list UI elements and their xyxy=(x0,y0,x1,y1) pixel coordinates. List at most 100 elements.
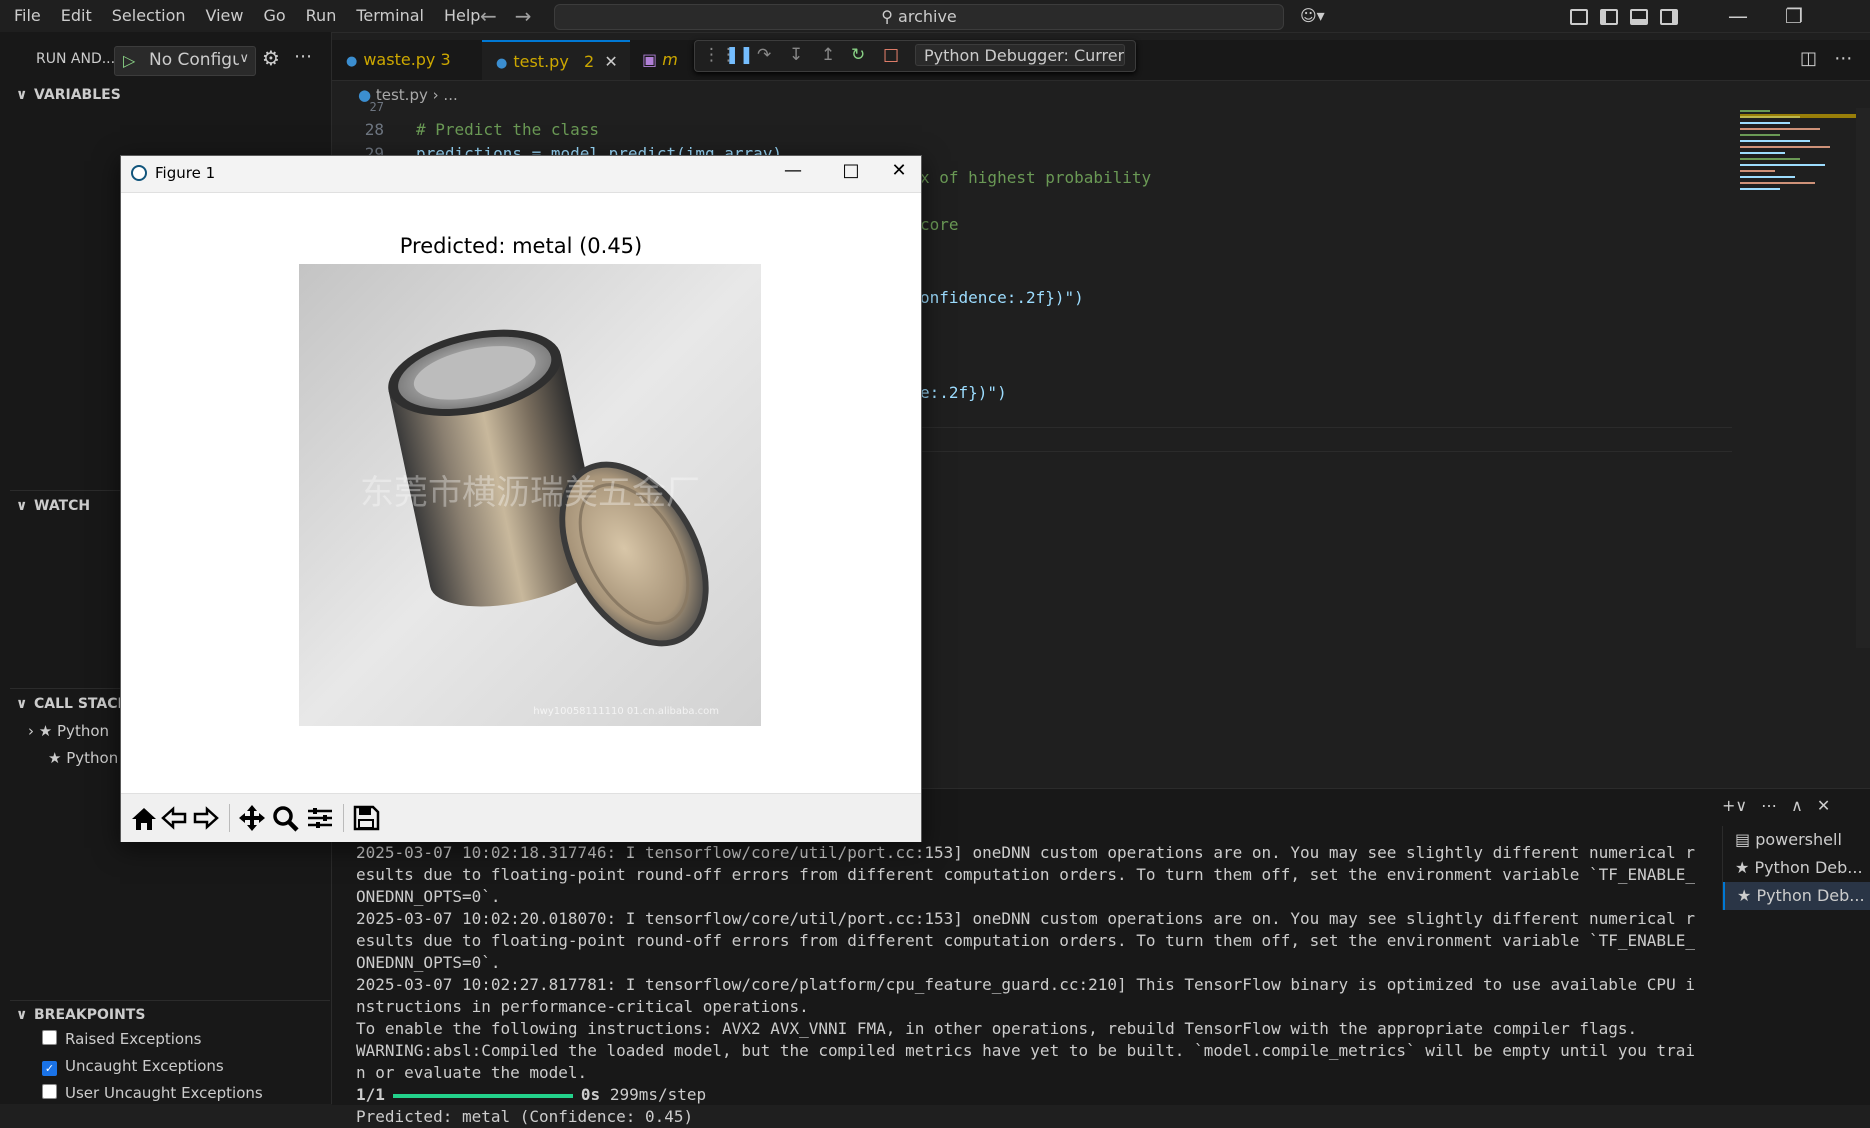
step-out-icon[interactable]: ↥ xyxy=(821,45,835,65)
gear-icon[interactable]: ⚙ xyxy=(262,46,280,70)
code-comment: x of highest probability xyxy=(920,168,1152,187)
forward-arrow-icon[interactable]: → xyxy=(515,4,532,28)
terminal-output[interactable]: 2025-03-07 10:02:18.317746: I tensorflow… xyxy=(356,842,1696,1128)
toggle-panel-icon[interactable] xyxy=(1630,8,1648,25)
terminal-session[interactable]: ★ Python Deb... xyxy=(1723,854,1870,882)
call-stack-label: CALL STACK xyxy=(34,696,129,712)
pause-icon[interactable]: ❚❚ xyxy=(725,45,754,65)
call-stack-item[interactable]: ★ Python xyxy=(48,745,118,771)
terminal-icon: ▤ xyxy=(1735,830,1751,849)
chevron-down-icon: ∨ xyxy=(16,696,28,712)
menu-file[interactable]: File xyxy=(4,0,51,32)
more-actions-icon[interactable]: ⋯ xyxy=(294,46,312,67)
minimize-icon[interactable]: — xyxy=(773,160,813,181)
progress-count: 1/1 xyxy=(356,1085,385,1104)
breadcrumb-symbol[interactable]: ... xyxy=(443,86,457,104)
paint-can-image: 东莞市横沥瑞美五金厂 hwy10058111110 01.cn.alibaba.… xyxy=(299,264,761,726)
close-icon[interactable]: ✕ xyxy=(879,160,919,181)
more-actions-icon[interactable]: ⋯ xyxy=(1761,796,1777,815)
tab-waste-py[interactable]: ● waste.py 3 xyxy=(332,40,486,80)
toggle-secondary-sidebar-icon[interactable] xyxy=(1660,8,1678,25)
terminal-session[interactable]: ★ Python Deb... xyxy=(1723,882,1870,910)
terminal-line: Predicted: metal (Confidence: 0.45) xyxy=(356,1107,694,1126)
breakpoint-uncaught-exceptions[interactable]: ✓ Uncaught Exceptions xyxy=(42,1053,224,1079)
step-over-icon[interactable]: ↷ xyxy=(757,45,771,65)
chevron-down-icon: ∨ xyxy=(16,498,28,514)
maximize-icon[interactable]: □ xyxy=(831,160,871,181)
window-controls: —❐✕ xyxy=(1710,0,1870,60)
checkbox-checked[interactable]: ✓ xyxy=(42,1061,57,1076)
figure-title-bar[interactable]: Figure 1 — □ ✕ xyxy=(121,156,921,193)
terminal-session-label: powershell xyxy=(1755,830,1842,849)
restart-icon[interactable]: ↻ xyxy=(851,45,865,65)
close-panel-icon[interactable]: ✕ xyxy=(1817,796,1830,815)
back-arrow-icon[interactable] xyxy=(159,804,189,832)
tab-test-py[interactable]: ● test.py 2 ✕ xyxy=(482,40,630,80)
code-comment: core xyxy=(920,215,959,234)
breakpoints-section-header[interactable]: ∨ BREAKPOINTS xyxy=(16,1004,145,1026)
start-debugging-icon[interactable]: ▷ xyxy=(123,51,135,70)
variables-section-header[interactable]: ∨ VARIABLES xyxy=(16,84,121,106)
checkbox[interactable] xyxy=(42,1030,57,1045)
debug-config-dropdown[interactable]: ▷ No Configurations ∨ xyxy=(114,46,256,76)
save-icon[interactable] xyxy=(351,804,381,832)
line-number: 28 xyxy=(364,120,384,139)
copilot-icon[interactable]: ☺▾ xyxy=(1300,4,1325,28)
step-into-icon[interactable]: ↧ xyxy=(789,45,803,65)
chevron-down-icon: ∨ xyxy=(16,87,28,103)
chevron-right-icon: › xyxy=(432,86,439,104)
current-line-border xyxy=(920,427,1732,428)
nav-arrows: ← → xyxy=(480,0,550,32)
menu-view[interactable]: View xyxy=(196,0,254,32)
split-editor-icon[interactable]: ◫ xyxy=(1800,48,1817,69)
predicted-image: 东莞市横沥瑞美五金厂 hwy10058111110 01.cn.alibaba.… xyxy=(299,264,761,726)
stop-icon[interactable]: □ xyxy=(883,45,899,65)
terminal-session[interactable]: ▤ powershell xyxy=(1723,826,1870,854)
zoom-icon[interactable] xyxy=(271,804,301,832)
pan-icon[interactable] xyxy=(237,804,267,832)
image-file-icon: ▣ xyxy=(642,50,658,69)
progress-rate: 299ms/step xyxy=(609,1085,707,1104)
checkbox[interactable] xyxy=(42,1084,57,1099)
layout-controls xyxy=(1570,4,1690,28)
terminal-line: WARNING:absl:Compiled the loaded model, … xyxy=(356,1041,1695,1082)
forward-arrow-icon[interactable] xyxy=(191,804,221,832)
customize-layout-icon[interactable] xyxy=(1570,8,1588,25)
configure-subplots-icon[interactable] xyxy=(305,804,335,832)
more-actions-icon[interactable]: ⋯ xyxy=(1834,48,1852,69)
menu-terminal[interactable]: Terminal xyxy=(346,0,434,32)
bug-icon: ★ xyxy=(48,749,62,767)
watch-section-header[interactable]: ∨ WATCH xyxy=(16,495,90,517)
editor-scrollbar[interactable] xyxy=(1856,108,1870,648)
back-arrow-icon[interactable]: ← xyxy=(480,4,497,28)
menu-edit[interactable]: Edit xyxy=(51,0,102,32)
close-tab-icon[interactable]: ✕ xyxy=(604,52,617,71)
call-stack-item[interactable]: › ★ Python xyxy=(28,718,109,744)
maximize-panel-icon[interactable]: ∧ xyxy=(1791,796,1803,815)
restore-icon[interactable]: ❐ xyxy=(1766,0,1822,32)
code-line: onfidence:.2f})") xyxy=(920,288,1084,307)
menu-go[interactable]: Go xyxy=(253,0,295,32)
tab-image[interactable]: ▣ m xyxy=(628,40,696,80)
call-stack-section-header[interactable]: ∨ CALL STACK xyxy=(16,693,128,715)
breakpoint-raised-exceptions[interactable]: Raised Exceptions xyxy=(42,1026,201,1052)
tab-label: waste.py xyxy=(363,50,436,69)
toolbar-separator xyxy=(229,804,230,832)
minimap[interactable] xyxy=(1738,108,1856,228)
terminal-session-list: ▤ powershell ★ Python Deb... ★ Python De… xyxy=(1722,826,1870,910)
run-and-debug-title: RUN AND... xyxy=(36,51,116,67)
breakpoint-user-uncaught-exceptions[interactable]: User Uncaught Exceptions xyxy=(42,1080,263,1106)
new-terminal-icon[interactable]: +∨ xyxy=(1722,796,1747,815)
command-center-search[interactable]: ⚲ archive xyxy=(554,4,1284,30)
menu-selection[interactable]: Selection xyxy=(102,0,196,32)
toggle-primary-sidebar-icon[interactable] xyxy=(1600,8,1618,25)
breakpoint-label: User Uncaught Exceptions xyxy=(65,1084,263,1102)
home-icon[interactable] xyxy=(129,804,159,832)
minimize-icon[interactable]: — xyxy=(1710,0,1766,32)
menu-bar: File Edit Selection View Go Run Terminal Help xyxy=(4,0,490,32)
tab-label: test.py xyxy=(513,52,569,71)
figure-window: Figure 1 — □ ✕ Predicted: metal (0.45) 东… xyxy=(120,155,922,842)
menu-run[interactable]: Run xyxy=(296,0,347,32)
search-text: archive xyxy=(898,7,957,26)
debugger-config-select[interactable]: Python Debugger: Current File xyxy=(915,44,1125,66)
